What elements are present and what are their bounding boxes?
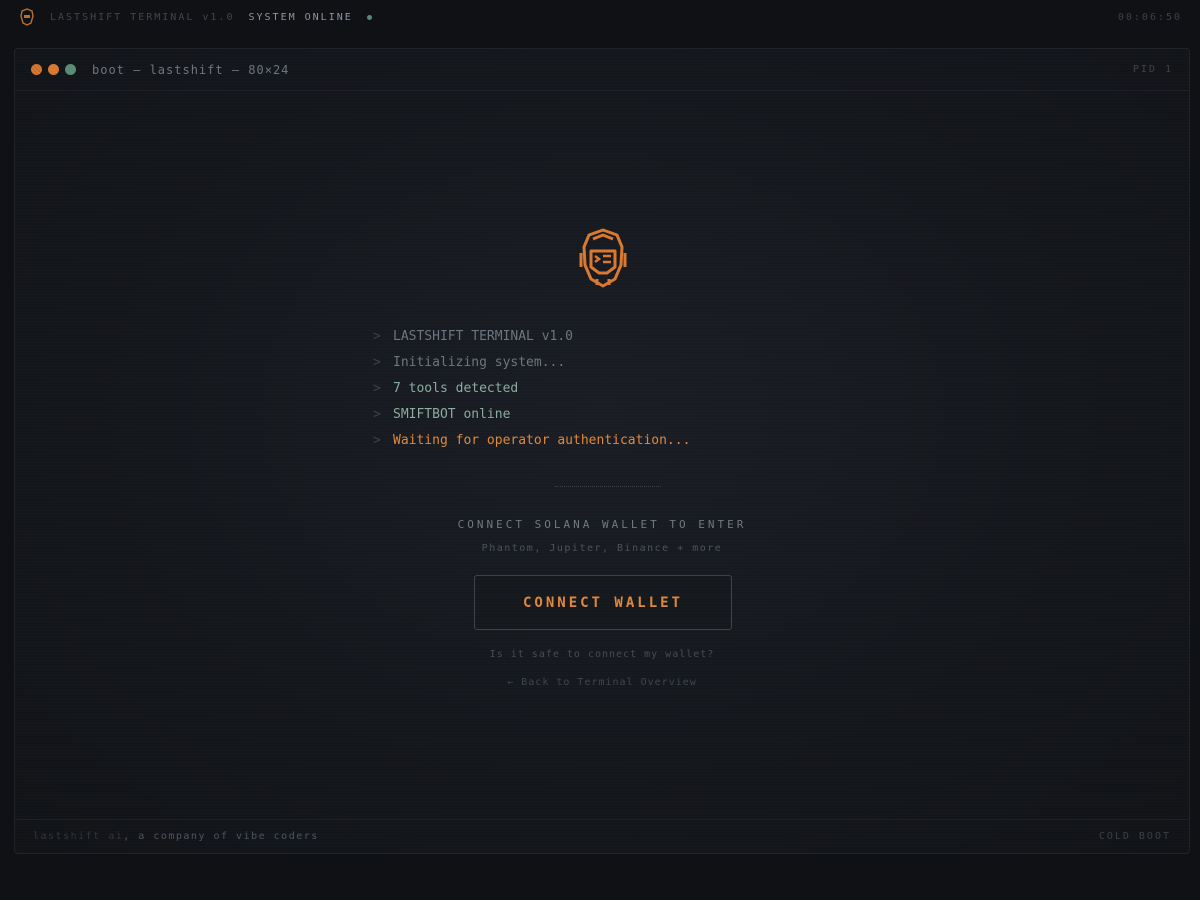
status-indicator-icon: [366, 14, 372, 20]
connect-heading: CONNECT SOLANA WALLET TO ENTER: [457, 518, 747, 531]
robot-head-icon: [20, 8, 34, 26]
back-to-overview-link[interactable]: ← Back to Terminal Overview: [15, 677, 1189, 688]
supported-wallets: Phantom, Jupiter, Binance + more: [481, 543, 723, 554]
log-text: Waiting for operator authentication...: [393, 432, 691, 448]
boot-log: > LASTSHIFT TERMINAL v1.0 > Initializing…: [373, 323, 853, 453]
footer-bar: lastshift ai , a company of vibe coders …: [15, 819, 1189, 853]
prompt-symbol: >: [373, 380, 381, 396]
log-line: > LASTSHIFT TERMINAL v1.0: [373, 323, 853, 349]
footer-tagline: , a company of vibe coders: [123, 831, 319, 842]
close-window-button[interactable]: [31, 64, 42, 75]
log-line: > SMIFTBOT online: [373, 401, 853, 427]
connect-wallet-button[interactable]: CONNECT WALLET: [474, 575, 732, 630]
boot-mode: COLD BOOT: [1098, 831, 1171, 842]
prompt-symbol: >: [373, 328, 381, 344]
maximize-window-button[interactable]: [65, 64, 76, 75]
log-text: Initializing system...: [393, 354, 566, 370]
minimize-window-button[interactable]: [48, 64, 59, 75]
prompt-symbol: >: [373, 406, 381, 422]
process-id: PID 1: [1132, 64, 1173, 75]
wallet-safety-link[interactable]: Is it safe to connect my wallet?: [15, 649, 1189, 660]
app-title: LASTSHIFT TERMINAL v1.0: [50, 11, 235, 23]
window-title: boot — lastshift — 80×24: [92, 62, 290, 77]
terminal-window: boot — lastshift — 80×24 PID 1 > LASTSHI…: [14, 48, 1190, 854]
footer-brand: lastshift ai: [33, 831, 124, 842]
log-text: 7 tools detected: [393, 380, 519, 396]
top-status-bar: LASTSHIFT TERMINAL v1.0 SYSTEM ONLINE 00…: [0, 0, 1200, 34]
robot-head-icon: [579, 228, 627, 288]
prompt-symbol: >: [373, 354, 381, 370]
log-line: > Waiting for operator authentication...: [373, 427, 853, 453]
window-controls: [31, 64, 76, 75]
clock: 00:06:50: [1117, 11, 1182, 23]
log-line: > Initializing system...: [373, 349, 853, 375]
log-line: > 7 tools detected: [373, 375, 853, 401]
log-text: LASTSHIFT TERMINAL v1.0: [393, 328, 574, 344]
divider: [555, 486, 661, 487]
window-titlebar: boot — lastshift — 80×24 PID 1: [15, 49, 1189, 91]
system-status: SYSTEM ONLINE: [248, 11, 353, 23]
log-text: SMIFTBOT online: [393, 406, 511, 422]
app-root: LASTSHIFT TERMINAL v1.0 SYSTEM ONLINE 00…: [0, 0, 1200, 900]
prompt-symbol: >: [373, 432, 381, 448]
